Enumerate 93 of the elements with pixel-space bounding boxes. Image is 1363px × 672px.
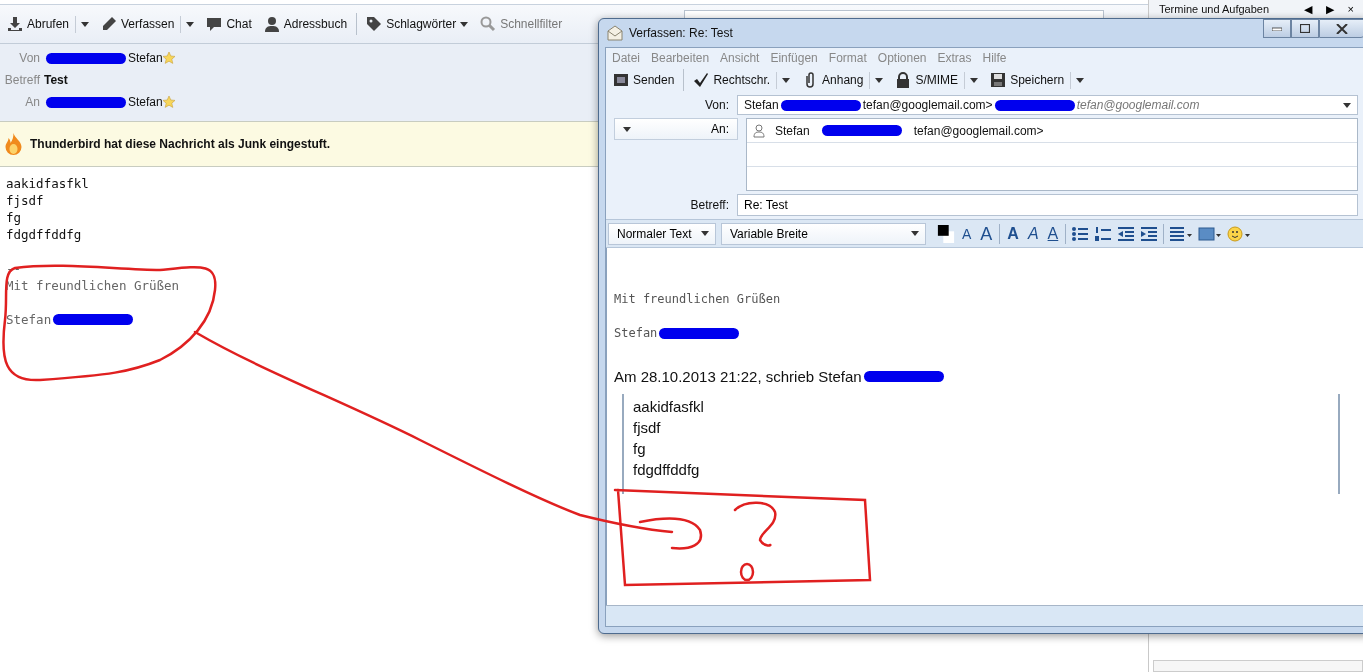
toolbar-button[interactable]: Verfassen bbox=[98, 13, 198, 35]
dropdown-button[interactable] bbox=[964, 71, 979, 89]
caret-icon bbox=[911, 231, 919, 236]
pane-title: Termine und Aufgaben bbox=[1159, 2, 1270, 16]
caret-icon bbox=[460, 21, 469, 27]
pencil-icon bbox=[101, 16, 118, 32]
text-color-icon[interactable] bbox=[937, 223, 955, 244]
contact-icon bbox=[753, 123, 765, 138]
toolbar-button[interactable]: Speichern bbox=[987, 69, 1088, 91]
close-icon bbox=[1336, 23, 1348, 34]
address-hint: tefan@googlemail.com bbox=[1076, 98, 1200, 112]
flame-icon bbox=[5, 133, 22, 155]
chat-icon bbox=[206, 16, 223, 32]
maximize-button[interactable] bbox=[1291, 19, 1319, 38]
download-icon bbox=[7, 16, 23, 32]
subject-field[interactable]: Re: Test bbox=[737, 194, 1358, 216]
font-dropdown[interactable]: Variable Breite bbox=[721, 222, 926, 245]
larger-text-button[interactable]: A bbox=[978, 224, 995, 243]
caret-icon bbox=[623, 126, 631, 132]
name-text: Stefan bbox=[614, 326, 658, 340]
toolbar-button[interactable]: Anhang bbox=[799, 69, 887, 91]
caret-icon bbox=[1343, 102, 1351, 108]
toolbar-button[interactable]: Abrufen bbox=[4, 13, 93, 35]
smiley-icon[interactable] bbox=[1227, 223, 1252, 244]
quoted-line: aakidfasfkl bbox=[633, 397, 705, 417]
field-label: An bbox=[24, 95, 40, 109]
italic-button[interactable]: A bbox=[1025, 224, 1041, 243]
name-text: Stefan bbox=[128, 51, 163, 65]
toolbar-button[interactable]: Rechtschr. bbox=[690, 69, 794, 91]
smaller-text-button[interactable]: A bbox=[960, 224, 974, 243]
name-text: Stefan bbox=[775, 123, 810, 138]
input-field[interactable] bbox=[1153, 660, 1363, 672]
field-label: Betreff: bbox=[689, 198, 729, 212]
name-text: Stefan bbox=[744, 98, 779, 112]
quoted-line: fjsdf bbox=[633, 418, 662, 438]
tag-icon bbox=[366, 16, 383, 32]
signature-greeting: Mit freundlichen Grüßen bbox=[614, 291, 782, 308]
compose-body[interactable]: Mit freundlichen Grüßen Stefan Am 28.10.2013 21:22, schrieb Stefan aakidfasfkl fjsdf fg fdgdffddfg bbox=[606, 248, 1363, 605]
caret-icon bbox=[1076, 77, 1085, 83]
toolbar-button[interactable]: Chat bbox=[203, 14, 255, 34]
pane-button[interactable]: ◀ bbox=[1298, 2, 1317, 16]
name-text: Am 28.10.2013 21:22, schrieb Stefan bbox=[614, 367, 862, 385]
name-text: Stefan bbox=[6, 312, 52, 327]
name-text: Test bbox=[44, 73, 68, 87]
star-icon[interactable] bbox=[162, 52, 175, 64]
search-icon bbox=[480, 16, 497, 32]
close-button[interactable] bbox=[1319, 19, 1363, 38]
minimize-icon bbox=[1272, 26, 1282, 31]
sender-dropdown[interactable]: Stefan tefan@googlemail.com> tefan@googlemail.com bbox=[737, 95, 1358, 115]
person-icon bbox=[263, 16, 280, 32]
name-text: Stefan bbox=[128, 95, 163, 109]
message-line: fg bbox=[6, 209, 22, 226]
dropdown-button[interactable] bbox=[75, 15, 90, 33]
caret-icon bbox=[81, 21, 90, 27]
field-label: Von bbox=[18, 51, 40, 65]
name-text: tefan@googlemail.com> bbox=[862, 98, 993, 112]
dropdown-button[interactable] bbox=[1070, 71, 1085, 89]
paragraph-format-dropdown[interactable]: Normaler Text bbox=[608, 222, 716, 245]
caret-icon bbox=[701, 231, 709, 236]
dropdown-button[interactable] bbox=[869, 71, 884, 89]
name-text: tefan@googlemail.com> bbox=[913, 123, 1044, 138]
dropdown-button[interactable] bbox=[776, 71, 791, 89]
maximize-icon bbox=[1300, 24, 1310, 33]
toolbar-button[interactable]: Schlagwörter bbox=[363, 14, 472, 34]
toolbar-button[interactable]: Senden bbox=[610, 70, 678, 90]
message-line: fjsdf bbox=[6, 192, 44, 209]
checkmark-icon bbox=[693, 72, 710, 88]
caret-icon bbox=[186, 21, 195, 27]
envelope-icon bbox=[607, 25, 623, 41]
junk-notice-text: Thunderbird hat diese Nachricht als Junk eingestuft. bbox=[30, 137, 331, 151]
message-line: fdgdffddfg bbox=[6, 226, 82, 243]
toolbar-button[interactable]: Adressbuch bbox=[260, 14, 351, 34]
underline-button[interactable]: A bbox=[1045, 224, 1061, 243]
caret-icon bbox=[875, 77, 884, 83]
quoted-line: fdgdffddfg bbox=[633, 460, 701, 480]
pane-button[interactable]: ▶ bbox=[1320, 2, 1339, 16]
window-title: Verfassen: Re: Test bbox=[629, 26, 733, 40]
star-icon[interactable] bbox=[162, 96, 175, 108]
pane-button[interactable]: × bbox=[1342, 2, 1359, 16]
caret-icon bbox=[970, 77, 979, 83]
quoted-line: fg bbox=[633, 439, 647, 459]
address-type-dropdown[interactable]: An: bbox=[614, 118, 738, 140]
send-icon bbox=[613, 72, 629, 88]
message-line: aakidfasfkl bbox=[6, 175, 89, 192]
toolbar-button[interactable]: S/MIME bbox=[892, 69, 982, 91]
hand-drawn-hook bbox=[638, 517, 703, 550]
caret-icon bbox=[782, 77, 791, 83]
signature-separator: -- bbox=[6, 260, 22, 277]
field-label: Von: bbox=[703, 98, 729, 112]
bold-button[interactable]: A bbox=[1005, 224, 1021, 243]
lock-icon bbox=[895, 72, 912, 88]
dropdown-button[interactable] bbox=[180, 15, 195, 33]
field-label: Betreff bbox=[3, 73, 40, 87]
